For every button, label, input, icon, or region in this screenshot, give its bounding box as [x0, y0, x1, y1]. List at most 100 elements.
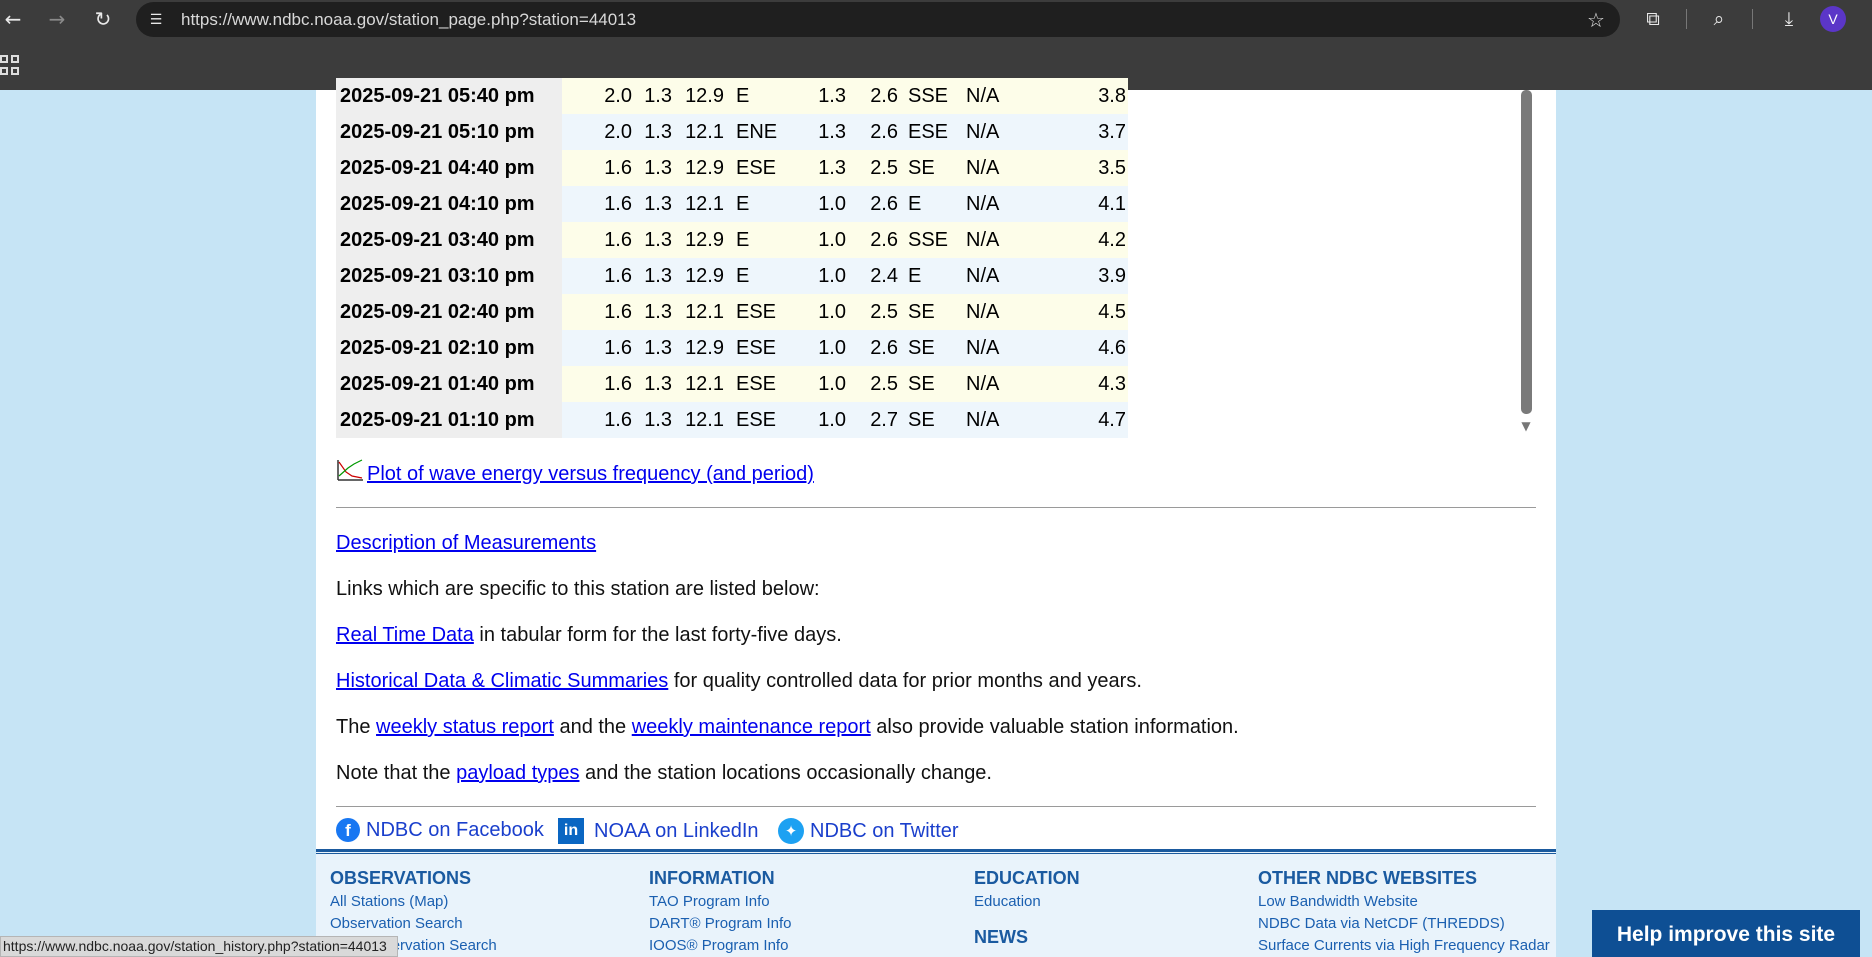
table-cell: E	[898, 186, 956, 222]
footer-heading: NEWS	[974, 927, 1028, 947]
apps-grid-icon[interactable]	[0, 55, 20, 75]
footer-other-websites: OTHER NDBC WEBSITES Low Bandwidth Websit…	[1258, 868, 1550, 957]
table-cell: N/A	[956, 330, 1026, 366]
observation-time-cell: 2025-09-21 05:40 pm	[336, 78, 562, 114]
observation-time-cell: 2025-09-21 01:40 pm	[336, 366, 562, 402]
table-cell: 1.6	[562, 186, 632, 222]
table-cell: 12.9	[672, 78, 724, 114]
table-cell: 3.8	[1026, 78, 1128, 114]
table-cell: SE	[898, 366, 956, 402]
table-cell: N/A	[956, 294, 1026, 330]
weekly-status-link[interactable]: weekly status report	[376, 716, 554, 738]
table-cell: 1.0	[784, 402, 846, 438]
table-row: 2025-09-21 01:10 pm 1.6 1.3 12.1 ESE 1.0 2.7 SE…	[336, 402, 1128, 438]
table-cell: SE	[898, 330, 956, 366]
footer-information: INFORMATION TAO Program Info DART® Progr…	[649, 868, 792, 957]
payload-types-link[interactable]: payload types	[456, 762, 579, 784]
twitter-link[interactable]: ✦ NDBC on Twitter	[778, 818, 959, 844]
table-cell: 1.3	[632, 330, 672, 366]
observation-time-cell: 2025-09-21 01:10 pm	[336, 402, 562, 438]
footer-link[interactable]: Surface Currents via High Frequency Rada…	[1258, 937, 1550, 957]
table-cell: ESE	[724, 402, 784, 438]
site-info-icon[interactable]: ☰	[146, 10, 166, 30]
observation-time-cell: 2025-09-21 03:40 pm	[336, 222, 562, 258]
url-text[interactable]: https://www.ndbc.noaa.gov/station_page.p…	[181, 10, 636, 30]
table-scrollbar-thumb[interactable]	[1521, 90, 1532, 414]
back-icon[interactable]: ←	[0, 6, 26, 32]
reload-icon[interactable]: ↻	[90, 6, 116, 32]
footer-link[interactable]: DART® Program Info	[649, 915, 792, 937]
footer-link[interactable]: Education	[974, 893, 1080, 915]
table-cell: ESE	[724, 366, 784, 402]
table-cell: 4.3	[1026, 366, 1128, 402]
table-cell: 2.4	[846, 258, 898, 294]
facebook-link[interactable]: f NDBC on Facebook	[336, 818, 544, 842]
footer-link[interactable]: IOOS® Program Info	[649, 937, 792, 957]
observation-time-cell: 2025-09-21 03:10 pm	[336, 258, 562, 294]
wave-energy-plot-link[interactable]: Plot of wave energy versus frequency (an…	[367, 463, 814, 486]
table-cell: ESE	[898, 114, 956, 150]
footer-link[interactable]: TAO Program Info	[649, 893, 792, 915]
linkedin-label: NOAA on LinkedIn	[594, 819, 759, 842]
facebook-label: NDBC on Facebook	[366, 818, 544, 841]
linkedin-link[interactable]: in NOAA on LinkedIn	[558, 818, 759, 844]
table-cell: N/A	[956, 402, 1026, 438]
weekly-maintenance-link[interactable]: weekly maintenance report	[632, 716, 871, 738]
table-cell: 1.6	[562, 150, 632, 186]
table-cell: E	[724, 258, 784, 294]
footer-education: EDUCATION Education NEWS	[974, 868, 1080, 952]
help-improve-button[interactable]: Help improve this site	[1592, 910, 1860, 957]
forward-icon[interactable]: →	[44, 6, 70, 32]
table-cell: 1.0	[784, 366, 846, 402]
table-row: 2025-09-21 05:40 pm 2.0 1.3 12.9 E 1.3 2.6 SSE N…	[336, 78, 1128, 114]
table-cell: 1.6	[562, 330, 632, 366]
realtime-data-link[interactable]: Real Time Data	[336, 624, 474, 646]
description-link[interactable]: Description of Measurements	[336, 532, 596, 554]
table-cell: 1.3	[632, 186, 672, 222]
footer-link[interactable]: Observation Search	[330, 915, 497, 937]
table-cell: E	[724, 222, 784, 258]
footer-heading: OTHER NDBC WEBSITES	[1258, 868, 1478, 888]
bookmark-star-icon[interactable]: ☆	[1584, 8, 1608, 32]
table-cell: 1.0	[784, 294, 846, 330]
table-cell: N/A	[956, 114, 1026, 150]
table-row: 2025-09-21 04:10 pm 1.6 1.3 12.1 E 1.0 2.6 E N/A…	[336, 186, 1128, 222]
table-cell: 2.7	[846, 402, 898, 438]
table-cell: N/A	[956, 78, 1026, 114]
plot-chart-icon	[337, 459, 363, 481]
scroll-down-arrow-icon[interactable]: ▼	[1519, 420, 1533, 432]
table-cell: E	[724, 78, 784, 114]
table-cell: 12.1	[672, 186, 724, 222]
table-cell: ENE	[724, 114, 784, 150]
tab-search-icon[interactable]: ⌕	[1706, 6, 1732, 32]
table-row: 2025-09-21 03:10 pm 1.6 1.3 12.9 E 1.0 2.4 E N/A…	[336, 258, 1128, 294]
extensions-icon[interactable]: ⧉	[1640, 6, 1666, 32]
toolbar-divider	[1686, 9, 1687, 29]
facebook-icon: f	[336, 818, 360, 842]
table-cell: 1.0	[784, 222, 846, 258]
historical-paragraph: Historical Data & Climatic Summaries for…	[336, 670, 1142, 693]
download-icon[interactable]: ⤓	[1776, 6, 1802, 32]
table-cell: 1.3	[632, 294, 672, 330]
table-cell: 4.2	[1026, 222, 1128, 258]
table-cell: 12.1	[672, 402, 724, 438]
twitter-label: NDBC on Twitter	[810, 819, 959, 842]
table-cell: 12.9	[672, 222, 724, 258]
table-cell: SE	[898, 294, 956, 330]
table-cell: 12.1	[672, 114, 724, 150]
footer-heading: INFORMATION	[649, 868, 775, 888]
historical-text: for quality controlled data for prior mo…	[668, 670, 1142, 692]
table-cell: E	[898, 258, 956, 294]
table-cell: 1.3	[784, 78, 846, 114]
table-cell: 1.6	[562, 294, 632, 330]
footer-link[interactable]: NDBC Data via NetCDF (THREDDS)	[1258, 915, 1550, 937]
address-bar[interactable]: ☰ https://www.ndbc.noaa.gov/station_page…	[136, 2, 1620, 37]
historical-data-link[interactable]: Historical Data & Climatic Summaries	[336, 670, 668, 692]
table-cell: 1.6	[562, 366, 632, 402]
footer-link[interactable]: Low Bandwidth Website	[1258, 893, 1550, 915]
footer-link[interactable]: All Stations (Map)	[330, 893, 497, 915]
table-cell: 12.9	[672, 258, 724, 294]
profile-avatar[interactable]: V	[1820, 6, 1846, 32]
table-cell: N/A	[956, 366, 1026, 402]
table-cell: ESE	[724, 294, 784, 330]
